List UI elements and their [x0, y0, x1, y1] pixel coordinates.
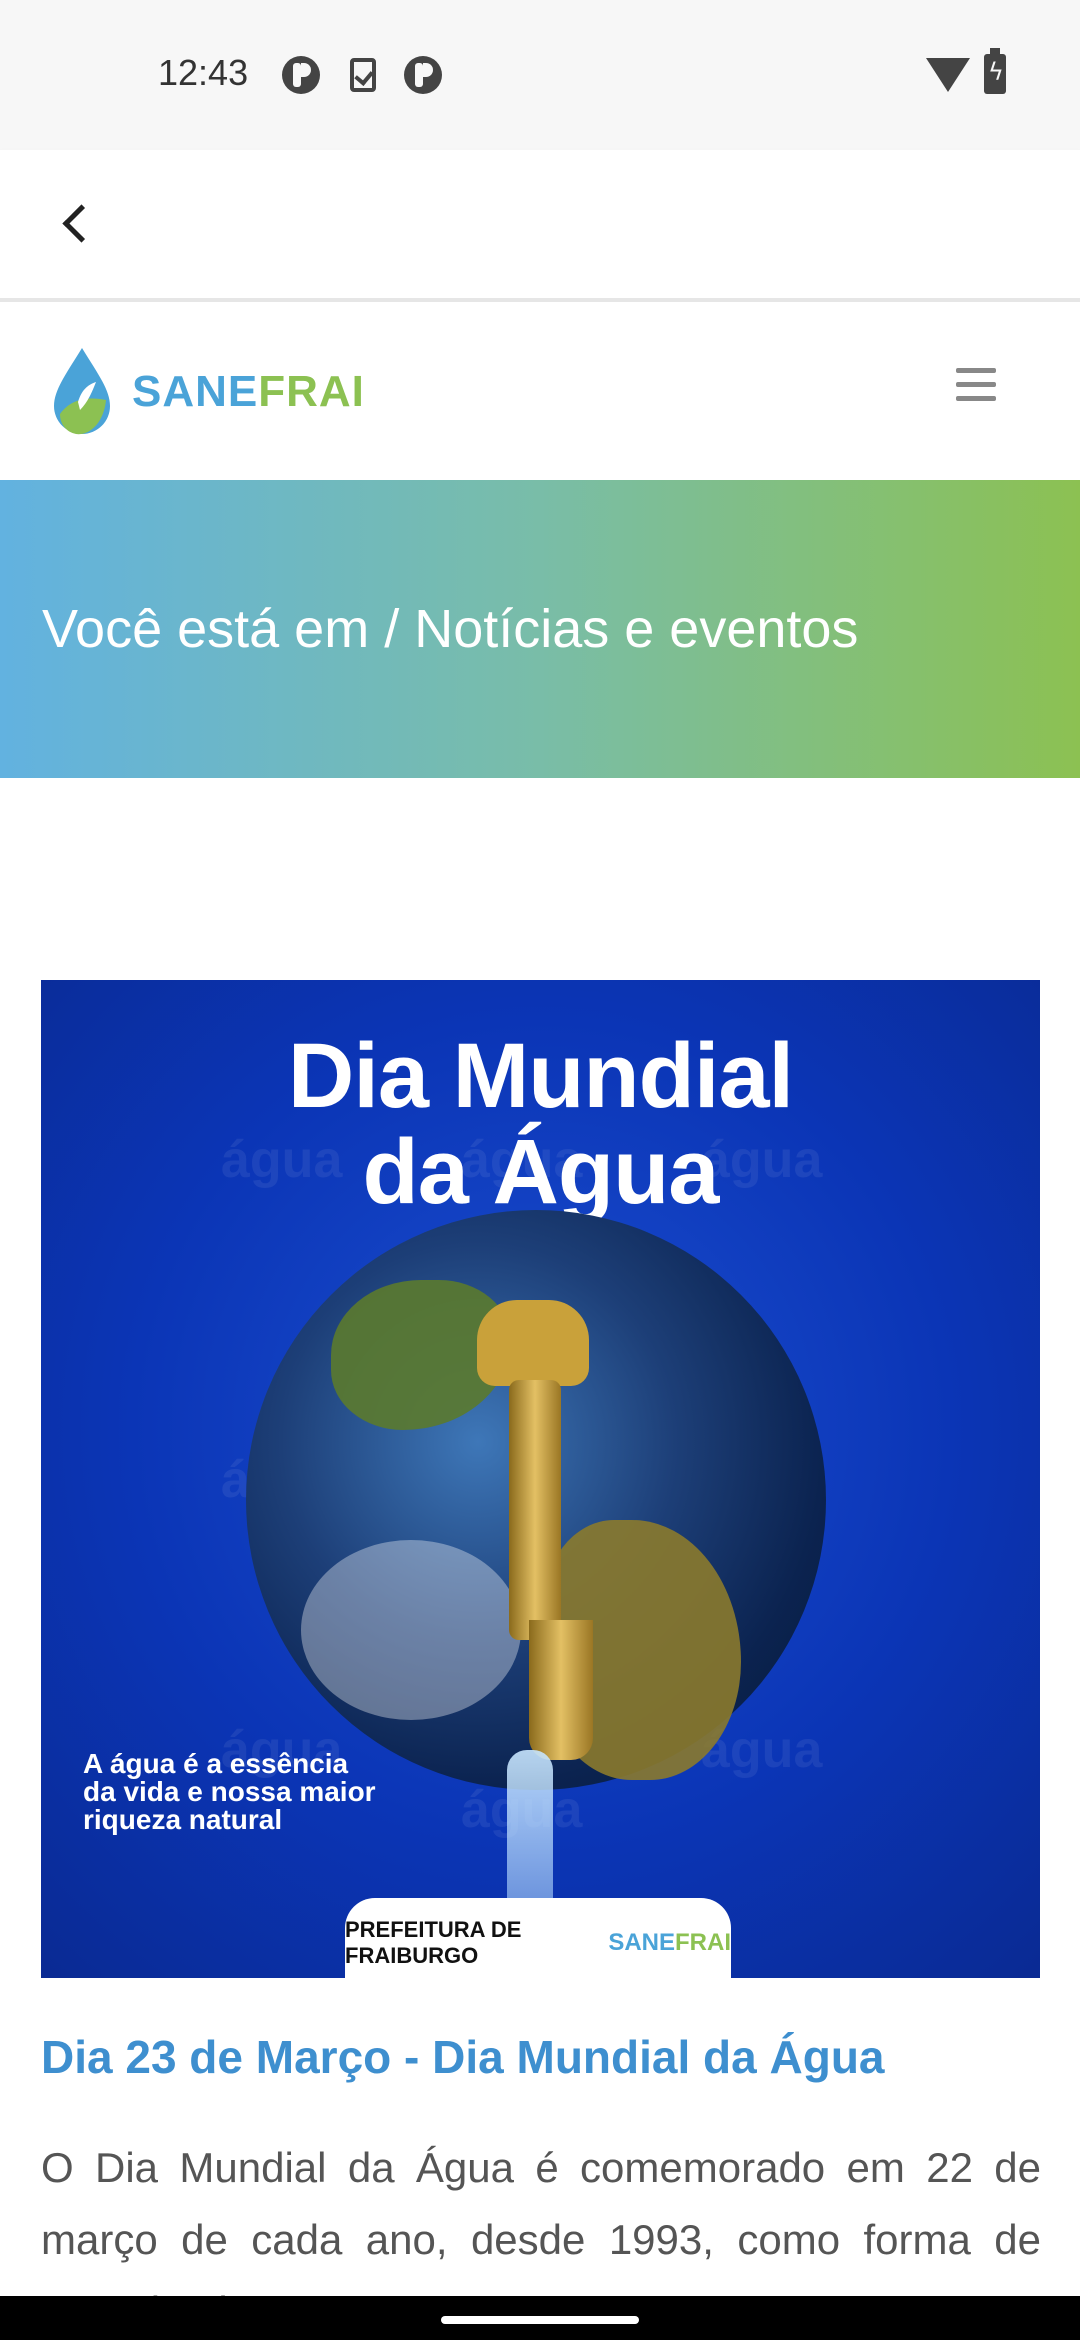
- clipboard-check-icon: [350, 58, 376, 92]
- breadcrumb: Você está em / Notícias e eventos: [42, 599, 859, 659]
- image-tagline: A água é a essência da vida e nossa maio…: [83, 1750, 383, 1834]
- hamburger-line: [956, 368, 996, 373]
- small-logo-sane: SANE: [608, 1929, 675, 1956]
- hamburger-menu-button[interactable]: [956, 368, 996, 404]
- page-banner: Você está em / Notícias e eventos: [0, 480, 1080, 778]
- status-time: 12:43: [158, 52, 249, 93]
- image-tagline-line1: A água é a essência: [83, 1748, 349, 1779]
- logo-text: SANEFRAI: [132, 367, 365, 417]
- back-button[interactable]: [50, 196, 106, 252]
- battery-charging-icon: [984, 48, 1006, 94]
- app-notification-icon: [282, 56, 320, 94]
- hamburger-line: [956, 396, 996, 401]
- prefeitura-logo-text: PREFEITURA DE FRAIBURGO: [345, 1917, 522, 1968]
- image-title-line1: Dia Mundial: [287, 1025, 794, 1127]
- logo-text-frai: FRAI: [258, 367, 365, 416]
- water-drop-logo-icon: [54, 348, 110, 435]
- small-logo-frai: FRAI: [675, 1929, 731, 1956]
- article-title-link[interactable]: Dia 23 de Março - Dia Mundial da Água: [41, 2030, 1041, 2084]
- faucet-spout: [529, 1620, 593, 1760]
- globe-clouds: [301, 1540, 521, 1720]
- hamburger-line: [956, 382, 996, 387]
- image-tagline-line3: riqueza natural: [83, 1804, 283, 1835]
- sanefrai-logo[interactable]: SANEFRAI: [46, 342, 386, 442]
- site-header: SANEFRAI: [0, 302, 1080, 480]
- faucet-handle: [477, 1300, 589, 1386]
- image-footer-logos: PREFEITURA DE FRAIBURGO SANEFRAI: [345, 1898, 731, 1978]
- sanefrai-small-logo: SANEFRAI: [608, 1929, 731, 1957]
- app-bar: [0, 150, 1080, 302]
- app-notification-icon: [404, 56, 442, 94]
- status-bar: 12:43: [0, 0, 1080, 150]
- faucet-body: [509, 1380, 561, 1640]
- wifi-icon: [926, 58, 970, 92]
- home-gesture-handle[interactable]: [441, 2316, 639, 2324]
- image-tagline-line2: da vida e nossa maior: [83, 1776, 376, 1807]
- logo-text-sane: SANE: [132, 367, 259, 416]
- article-image[interactable]: água água água água água água água água …: [41, 980, 1040, 1978]
